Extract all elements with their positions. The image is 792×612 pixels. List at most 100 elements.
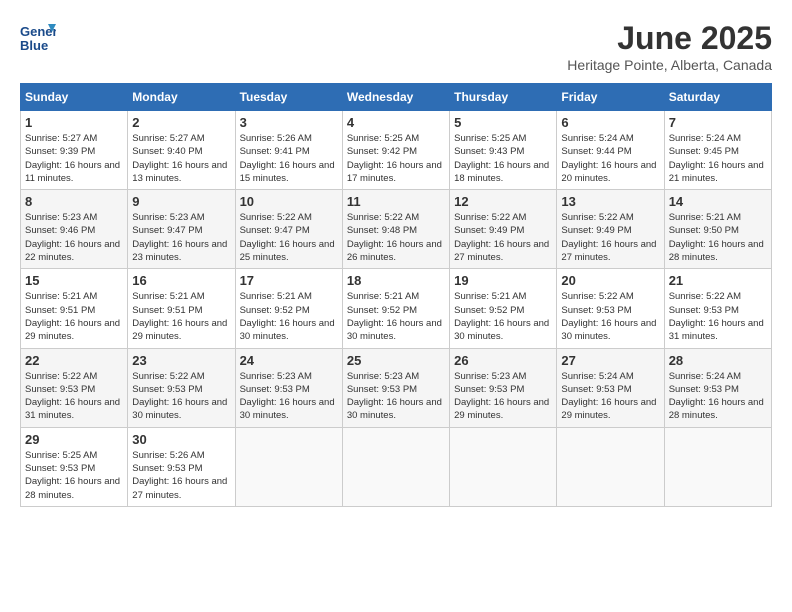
day-number: 16: [132, 273, 230, 288]
day-info: Sunrise: 5:22 AM Sunset: 9:53 PM Dayligh…: [561, 290, 659, 343]
calendar-week-row: 15Sunrise: 5:21 AM Sunset: 9:51 PM Dayli…: [21, 269, 772, 348]
day-info: Sunrise: 5:24 AM Sunset: 9:45 PM Dayligh…: [669, 132, 767, 185]
table-row: 5Sunrise: 5:25 AM Sunset: 9:43 PM Daylig…: [450, 111, 557, 190]
table-row: 19Sunrise: 5:21 AM Sunset: 9:52 PM Dayli…: [450, 269, 557, 348]
day-info: Sunrise: 5:22 AM Sunset: 9:53 PM Dayligh…: [25, 370, 123, 423]
table-row: [235, 427, 342, 506]
calendar-week-row: 8 Sunrise: 5:23 AM Sunset: 9:46 PM Daylig…: [21, 190, 772, 269]
svg-text:Blue: Blue: [20, 38, 48, 53]
day-number: 14: [669, 194, 767, 209]
day-info: Sunrise: 5:24 AM Sunset: 9:53 PM Dayligh…: [669, 370, 767, 423]
table-row: 22 Sunrise: 5:22 AM Sunset: 9:53 PM Dayli…: [21, 348, 128, 427]
table-row: 10 Sunrise: 5:22 AM Sunset: 9:47 PM Dayli…: [235, 190, 342, 269]
table-row: 27 Sunrise: 5:24 AM Sunset: 9:53 PM Dayli…: [557, 348, 664, 427]
calendar-week-row: 29 Sunrise: 5:25 AM Sunset: 9:53 PM Dayli…: [21, 427, 772, 506]
day-info: Sunrise: 5:26 AM Sunset: 9:41 PM Dayligh…: [240, 132, 338, 185]
day-info: Sunrise: 5:22 AM Sunset: 9:48 PM Dayligh…: [347, 211, 445, 264]
table-row: [342, 427, 449, 506]
table-row: 11 Sunrise: 5:22 AM Sunset: 9:48 PM Dayli…: [342, 190, 449, 269]
day-number: 9: [132, 194, 230, 209]
day-number: 22: [25, 353, 123, 368]
day-info: Sunrise: 5:22 AM Sunset: 9:49 PM Dayligh…: [454, 211, 552, 264]
day-number: 13: [561, 194, 659, 209]
table-row: 26Sunrise: 5:23 AM Sunset: 9:53 PM Dayli…: [450, 348, 557, 427]
day-info: Sunrise: 5:22 AM Sunset: 9:53 PM Dayligh…: [669, 290, 767, 343]
table-row: [664, 427, 771, 506]
day-info: Sunrise: 5:22 AM Sunset: 9:53 PM Dayligh…: [132, 370, 230, 423]
day-info: Sunrise: 5:25 AM Sunset: 9:53 PM Dayligh…: [25, 449, 123, 502]
day-number: 5: [454, 115, 552, 130]
day-number: 1: [25, 115, 123, 130]
day-number: 11: [347, 194, 445, 209]
day-number: 28: [669, 353, 767, 368]
day-number: 12: [454, 194, 552, 209]
day-number: 7: [669, 115, 767, 130]
table-row: 4 Sunrise: 5:25 AM Sunset: 9:42 PM Daylig…: [342, 111, 449, 190]
day-info: Sunrise: 5:25 AM Sunset: 9:42 PM Dayligh…: [347, 132, 445, 185]
day-info: Sunrise: 5:22 AM Sunset: 9:49 PM Dayligh…: [561, 211, 659, 264]
calendar-week-row: 22 Sunrise: 5:22 AM Sunset: 9:53 PM Dayli…: [21, 348, 772, 427]
table-row: 9Sunrise: 5:23 AM Sunset: 9:47 PM Daylig…: [128, 190, 235, 269]
table-row: 16 Sunrise: 5:21 AM Sunset: 9:51 PM Dayli…: [128, 269, 235, 348]
day-number: 29: [25, 432, 123, 447]
day-number: 4: [347, 115, 445, 130]
day-number: 26: [454, 353, 552, 368]
day-info: Sunrise: 5:23 AM Sunset: 9:53 PM Dayligh…: [240, 370, 338, 423]
table-row: 13 Sunrise: 5:22 AM Sunset: 9:49 PM Dayli…: [557, 190, 664, 269]
day-number: 23: [132, 353, 230, 368]
day-number: 8: [25, 194, 123, 209]
table-row: 17 Sunrise: 5:21 AM Sunset: 9:52 PM Dayli…: [235, 269, 342, 348]
day-number: 17: [240, 273, 338, 288]
day-info: Sunrise: 5:26 AM Sunset: 9:53 PM Dayligh…: [132, 449, 230, 502]
table-row: 21 Sunrise: 5:22 AM Sunset: 9:53 PM Dayli…: [664, 269, 771, 348]
table-row: [450, 427, 557, 506]
day-info: Sunrise: 5:24 AM Sunset: 9:44 PM Dayligh…: [561, 132, 659, 185]
table-row: 23 Sunrise: 5:22 AM Sunset: 9:53 PM Dayli…: [128, 348, 235, 427]
day-info: Sunrise: 5:21 AM Sunset: 9:51 PM Dayligh…: [132, 290, 230, 343]
table-row: [557, 427, 664, 506]
header-sunday: Sunday: [21, 84, 128, 111]
day-info: Sunrise: 5:21 AM Sunset: 9:51 PM Dayligh…: [25, 290, 123, 343]
day-info: Sunrise: 5:21 AM Sunset: 9:52 PM Dayligh…: [454, 290, 552, 343]
table-row: 12 Sunrise: 5:22 AM Sunset: 9:49 PM Dayli…: [450, 190, 557, 269]
day-info: Sunrise: 5:24 AM Sunset: 9:53 PM Dayligh…: [561, 370, 659, 423]
table-row: 2 Sunrise: 5:27 AM Sunset: 9:40 PM Daylig…: [128, 111, 235, 190]
day-number: 27: [561, 353, 659, 368]
table-row: 7 Sunrise: 5:24 AM Sunset: 9:45 PM Daylig…: [664, 111, 771, 190]
calendar-week-row: 1 Sunrise: 5:27 AM Sunset: 9:39 PM Daylig…: [21, 111, 772, 190]
header-saturday: Saturday: [664, 84, 771, 111]
header-wednesday: Wednesday: [342, 84, 449, 111]
day-info: Sunrise: 5:22 AM Sunset: 9:47 PM Dayligh…: [240, 211, 338, 264]
header-thursday: Thursday: [450, 84, 557, 111]
day-number: 6: [561, 115, 659, 130]
day-info: Sunrise: 5:27 AM Sunset: 9:39 PM Dayligh…: [25, 132, 123, 185]
day-info: Sunrise: 5:21 AM Sunset: 9:52 PM Dayligh…: [347, 290, 445, 343]
day-number: 2: [132, 115, 230, 130]
header-monday: Monday: [128, 84, 235, 111]
table-row: 8 Sunrise: 5:23 AM Sunset: 9:46 PM Daylig…: [21, 190, 128, 269]
table-row: 3 Sunrise: 5:26 AM Sunset: 9:41 PM Daylig…: [235, 111, 342, 190]
day-info: Sunrise: 5:21 AM Sunset: 9:50 PM Dayligh…: [669, 211, 767, 264]
table-row: 15Sunrise: 5:21 AM Sunset: 9:51 PM Dayli…: [21, 269, 128, 348]
day-info: Sunrise: 5:23 AM Sunset: 9:53 PM Dayligh…: [347, 370, 445, 423]
day-number: 3: [240, 115, 338, 130]
table-row: 18 Sunrise: 5:21 AM Sunset: 9:52 PM Dayli…: [342, 269, 449, 348]
day-number: 18: [347, 273, 445, 288]
table-row: 29 Sunrise: 5:25 AM Sunset: 9:53 PM Dayli…: [21, 427, 128, 506]
calendar-header-row: Sunday Monday Tuesday Wednesday Thursday…: [21, 84, 772, 111]
location-subtitle: Heritage Pointe, Alberta, Canada: [567, 57, 772, 73]
table-row: 24 Sunrise: 5:23 AM Sunset: 9:53 PM Dayli…: [235, 348, 342, 427]
table-row: 25 Sunrise: 5:23 AM Sunset: 9:53 PM Dayli…: [342, 348, 449, 427]
day-info: Sunrise: 5:27 AM Sunset: 9:40 PM Dayligh…: [132, 132, 230, 185]
day-number: 25: [347, 353, 445, 368]
logo-icon: General Blue: [20, 20, 56, 56]
title-area: June 2025 Heritage Pointe, Alberta, Cana…: [567, 20, 772, 73]
day-info: Sunrise: 5:23 AM Sunset: 9:46 PM Dayligh…: [25, 211, 123, 264]
day-number: 24: [240, 353, 338, 368]
day-number: 20: [561, 273, 659, 288]
table-row: 1 Sunrise: 5:27 AM Sunset: 9:39 PM Daylig…: [21, 111, 128, 190]
day-number: 21: [669, 273, 767, 288]
table-row: 20 Sunrise: 5:22 AM Sunset: 9:53 PM Dayli…: [557, 269, 664, 348]
day-info: Sunrise: 5:21 AM Sunset: 9:52 PM Dayligh…: [240, 290, 338, 343]
day-number: 10: [240, 194, 338, 209]
